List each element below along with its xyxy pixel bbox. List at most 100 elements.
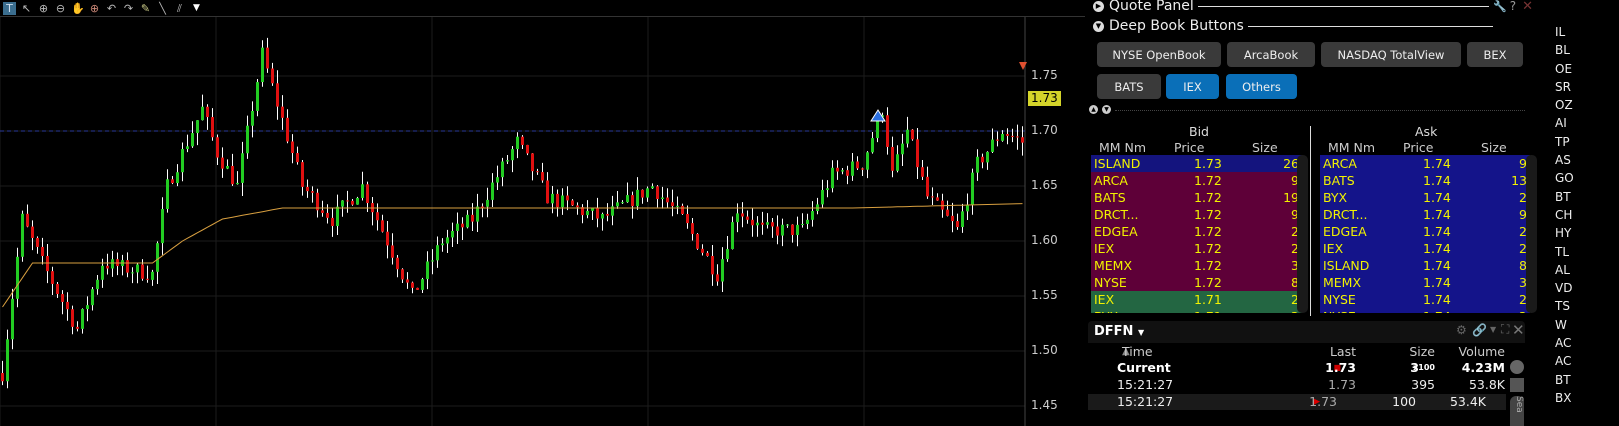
zoom-in-icon[interactable]: ⊕ bbox=[37, 2, 50, 15]
ticker-item[interactable]: TP bbox=[1551, 134, 1619, 151]
hand-icon[interactable]: ✋ bbox=[71, 2, 85, 15]
undo-icon[interactable]: ↶ bbox=[105, 2, 118, 15]
bid-row[interactable]: IEX 1.71 2 bbox=[1091, 291, 1302, 308]
bid-row[interactable]: DRCT... 1.72 9 bbox=[1091, 206, 1302, 223]
bid-row[interactable]: ISLAND 1.73 26 bbox=[1091, 155, 1302, 172]
ticker-item[interactable]: BX bbox=[1551, 390, 1619, 407]
bid-row[interactable]: BYX1.712 bbox=[1091, 308, 1302, 313]
ticker-item[interactable]: SR bbox=[1551, 79, 1619, 96]
ask-scrollbar[interactable] bbox=[1526, 155, 1537, 313]
candle-body bbox=[616, 202, 619, 207]
candle-body bbox=[391, 245, 394, 258]
crosshair-icon[interactable]: ⊕ bbox=[88, 2, 101, 15]
bid-row[interactable]: MEMX 1.72 3 bbox=[1091, 257, 1302, 274]
ask-row[interactable]: DRCT... 1.74 9 bbox=[1320, 206, 1530, 223]
ticker-item[interactable]: OE bbox=[1551, 61, 1619, 78]
line-cursor-icon[interactable]: ↖ bbox=[20, 2, 33, 15]
ask-row[interactable]: BATS 1.74 13 bbox=[1320, 172, 1530, 189]
redo-icon[interactable]: ↷ bbox=[122, 2, 135, 15]
dropdown-icon[interactable]: ▼ bbox=[190, 2, 203, 15]
others-button[interactable]: Others bbox=[1226, 74, 1297, 99]
bid-row[interactable]: ARCA 1.72 9 bbox=[1091, 172, 1302, 189]
candle-body bbox=[711, 255, 714, 275]
ticker-item[interactable]: W bbox=[1551, 317, 1619, 334]
scroll-up-icon[interactable] bbox=[1510, 378, 1524, 392]
bex-button[interactable]: BEX bbox=[1467, 42, 1523, 67]
bid-mm: ISLAND bbox=[1094, 156, 1141, 171]
channel-icon[interactable]: ⫽ bbox=[173, 2, 186, 15]
bats-button[interactable]: BATS bbox=[1097, 74, 1161, 99]
candle-body bbox=[501, 161, 504, 178]
ticker-item[interactable]: AC bbox=[1551, 335, 1619, 352]
ask-row[interactable]: ISLAND 1.74 8 bbox=[1320, 257, 1530, 274]
ticker-item[interactable]: BL bbox=[1551, 42, 1619, 59]
candle-body bbox=[706, 252, 709, 256]
ticker-item[interactable]: TS bbox=[1551, 298, 1619, 315]
trendline-icon[interactable]: ╲ bbox=[156, 2, 169, 15]
iex-button[interactable]: IEX bbox=[1166, 74, 1219, 99]
ask-row[interactable]: EDGEA 1.74 2 bbox=[1320, 223, 1530, 240]
ask-book: ARCA 1.74 9 BATS 1.74 13 BYX 1.74 2 DRCT... 1.74 9 E… bbox=[1320, 155, 1530, 313]
search-tab[interactable]: Sea bbox=[1510, 396, 1524, 426]
arcabook-button[interactable]: ArcaBook bbox=[1227, 42, 1315, 67]
col-volume[interactable]: Volume bbox=[1459, 344, 1506, 360]
candle-body bbox=[96, 279, 99, 290]
candle-body bbox=[241, 153, 244, 183]
nasdaq-totalview-button[interactable]: NASDAQ TotalView bbox=[1321, 42, 1461, 67]
ask-row[interactable]: NYSE1.742 bbox=[1320, 308, 1530, 313]
current-label: Current bbox=[1117, 360, 1171, 375]
ticker-item[interactable]: AI bbox=[1551, 115, 1619, 132]
link-icon[interactable]: 🔗 bbox=[1472, 323, 1487, 337]
ticker-item[interactable]: IL bbox=[1551, 24, 1619, 41]
price-chart[interactable] bbox=[0, 17, 1085, 426]
ticker-item[interactable]: GO bbox=[1551, 170, 1619, 187]
maximize-icon[interactable]: ⛶ bbox=[1501, 322, 1509, 337]
dropdown-icon[interactable]: ▼ bbox=[1490, 325, 1496, 334]
wrench-icon[interactable]: 🔧 bbox=[1493, 0, 1507, 13]
candle-body bbox=[431, 260, 434, 262]
quote-panel-header[interactable]: ▶ Quote Panel 🔧 ? ✕ bbox=[1093, 0, 1533, 14]
ticker-item[interactable]: AC bbox=[1551, 353, 1619, 370]
bid-row[interactable]: EDGEA 1.72 2 bbox=[1091, 223, 1302, 240]
candle-body bbox=[621, 202, 624, 204]
ticker-item[interactable]: CH bbox=[1551, 207, 1619, 224]
ticker-item[interactable]: OZ bbox=[1551, 97, 1619, 114]
ask-price: 1.74 bbox=[1423, 173, 1451, 188]
ticker-item[interactable]: VD bbox=[1551, 280, 1619, 297]
bid-row[interactable]: NYSE 1.72 8 bbox=[1091, 274, 1302, 291]
close-icon[interactable]: ✕ bbox=[1512, 321, 1525, 339]
ask-row[interactable]: MEMX 1.74 3 bbox=[1320, 274, 1530, 291]
ticker-item[interactable]: HY bbox=[1551, 225, 1619, 242]
ask-row[interactable]: NYSE1.742 bbox=[1320, 291, 1530, 308]
help-icon[interactable]: ? bbox=[1510, 0, 1516, 13]
ticker-item[interactable]: AS bbox=[1551, 152, 1619, 169]
close-icon[interactable]: ✕ bbox=[1522, 0, 1533, 14]
bid-mm: BYX bbox=[1094, 308, 1118, 313]
ticker-item[interactable]: TL bbox=[1551, 244, 1619, 261]
ticker-item[interactable]: AL bbox=[1551, 262, 1619, 279]
ask-row[interactable]: ARCA 1.74 9 bbox=[1320, 155, 1530, 172]
eraser-icon[interactable]: ✎ bbox=[139, 2, 152, 15]
symbol-selector[interactable]: DFFN ▼ bbox=[1094, 324, 1144, 339]
bid-scrollbar[interactable] bbox=[1297, 155, 1308, 313]
ask-row[interactable]: BYX 1.74 2 bbox=[1320, 189, 1530, 206]
collapse-icon[interactable]: ▼ bbox=[1093, 20, 1104, 32]
ticker-item[interactable]: BT bbox=[1551, 372, 1619, 389]
scroll-down-icon[interactable]: ▼ bbox=[1102, 105, 1111, 114]
nyse-openbook-button[interactable]: NYSE OpenBook bbox=[1097, 42, 1221, 67]
scroll-up-icon[interactable]: ▲ bbox=[1089, 105, 1098, 114]
candle-body bbox=[426, 261, 429, 280]
expand-icon[interactable]: ▶ bbox=[1093, 0, 1104, 12]
zoom-out-icon[interactable]: ⊖ bbox=[54, 2, 67, 15]
col-size[interactable]: Size bbox=[1409, 344, 1435, 360]
ticker-item[interactable]: BT bbox=[1551, 189, 1619, 206]
candle-body bbox=[866, 152, 869, 170]
scroll-top-icon[interactable] bbox=[1510, 360, 1524, 374]
deep-book-header[interactable]: ▼ Deep Book Buttons bbox=[1093, 18, 1493, 34]
bid-row[interactable]: BATS 1.72 19 bbox=[1091, 189, 1302, 206]
text-tool-icon[interactable]: T bbox=[3, 1, 16, 15]
ask-row[interactable]: IEX 1.74 2 bbox=[1320, 240, 1530, 257]
bid-row[interactable]: IEX 1.72 2 bbox=[1091, 240, 1302, 257]
col-last[interactable]: Last bbox=[1330, 344, 1356, 360]
settings-icon[interactable]: ⚙ bbox=[1456, 323, 1467, 337]
